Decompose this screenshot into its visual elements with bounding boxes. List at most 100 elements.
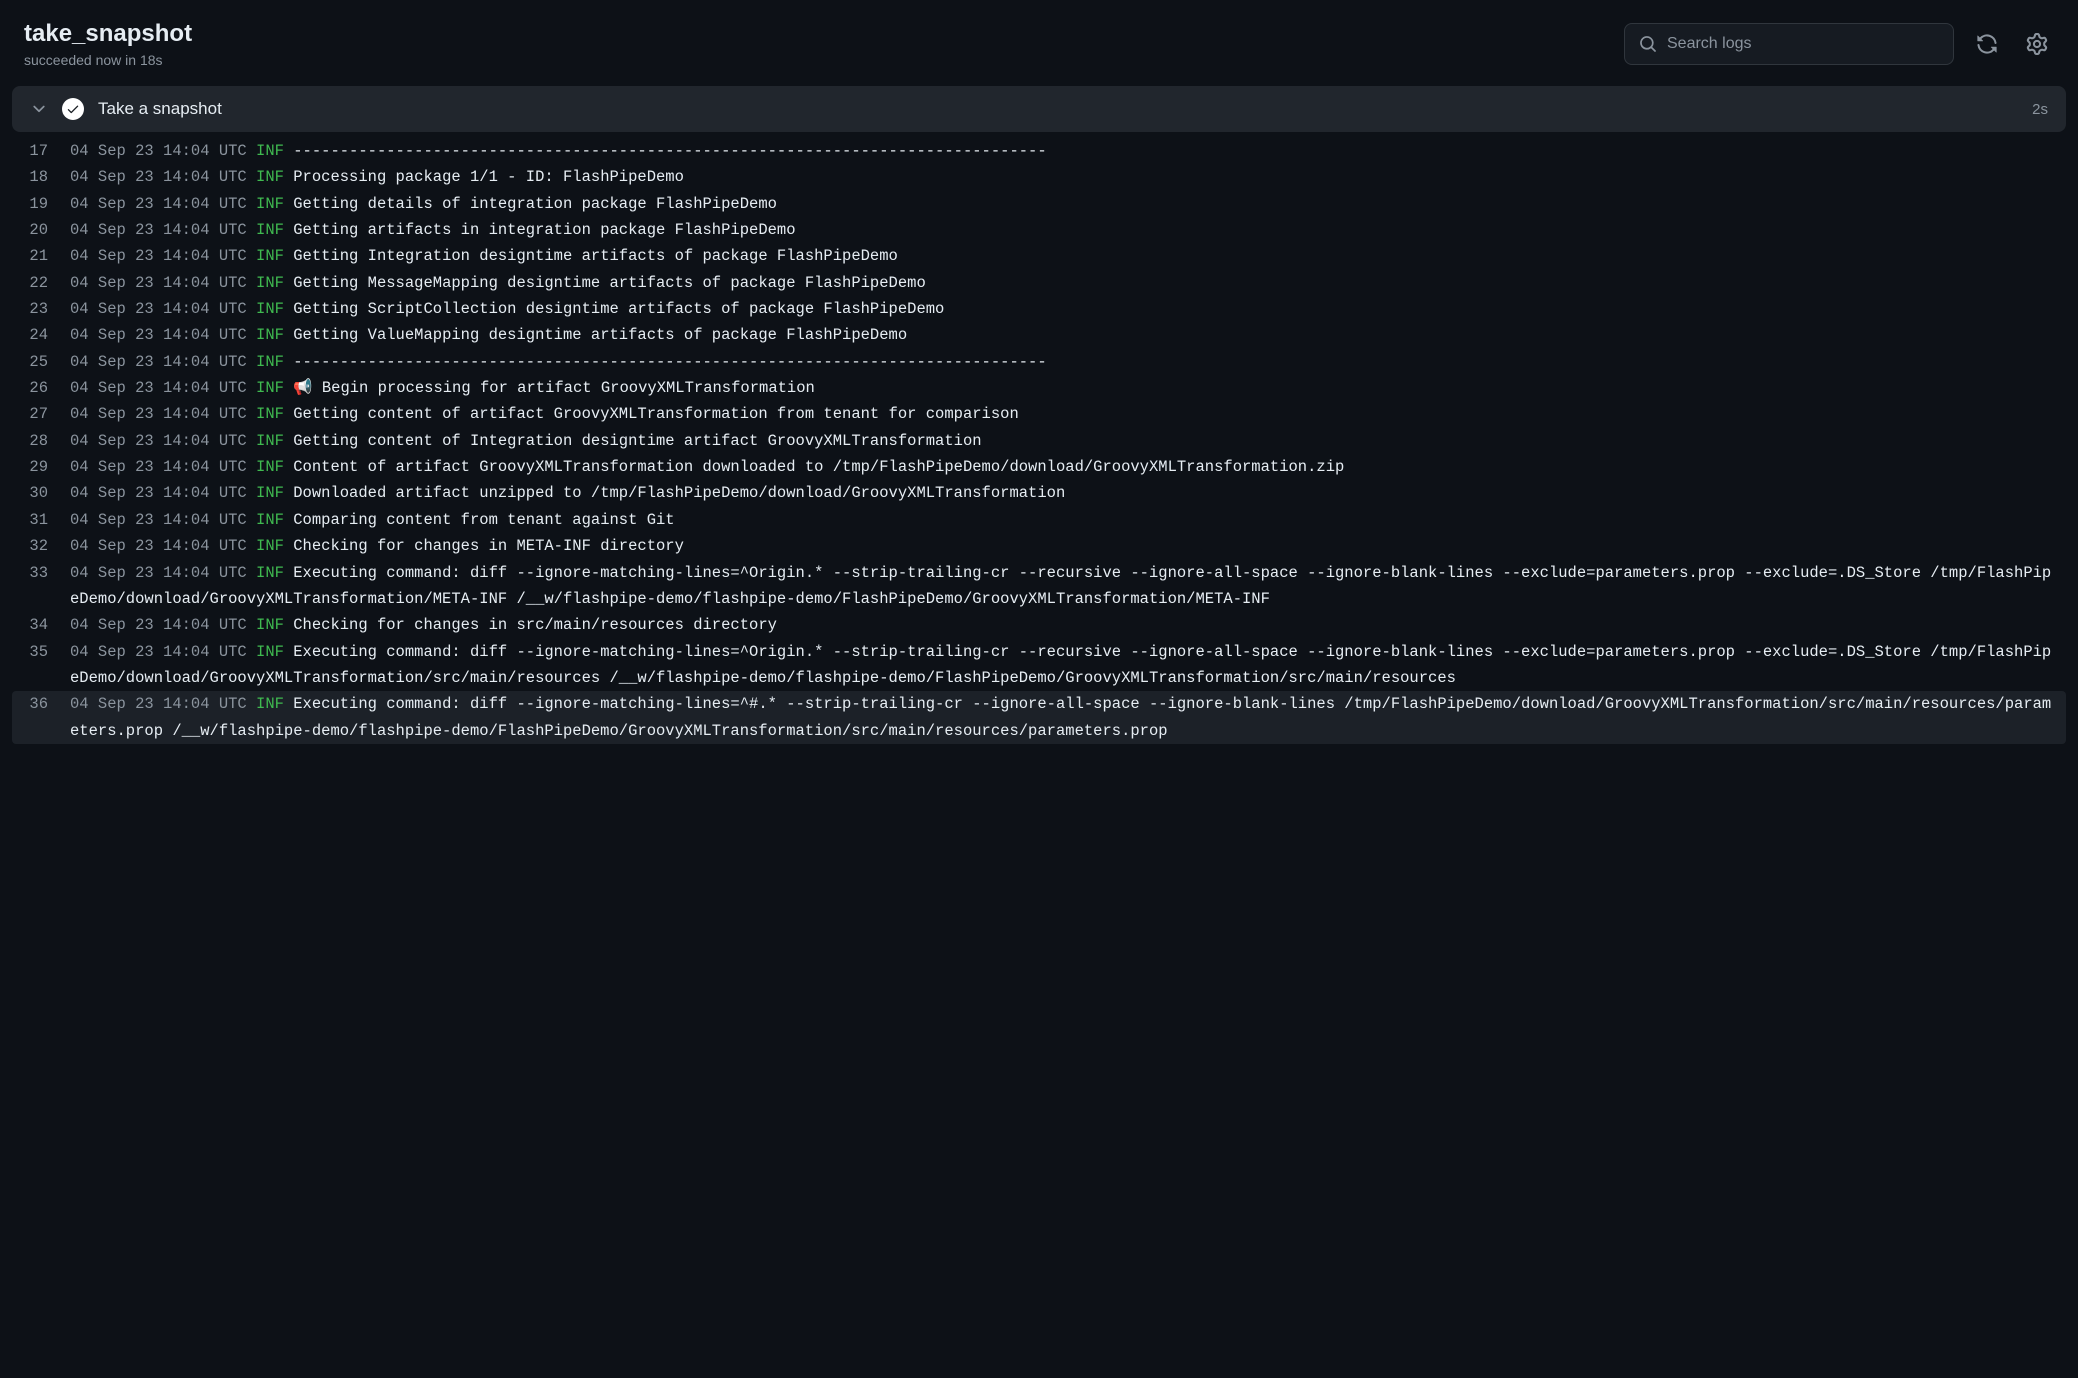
log-timestamp: 04 Sep 23 14:04 UTC: [70, 195, 256, 213]
log-text: 04 Sep 23 14:04 UTC INF Getting artifact…: [70, 217, 2058, 243]
log-level: INF: [256, 643, 284, 661]
log-line[interactable]: 3004 Sep 23 14:04 UTC INF Downloaded art…: [12, 480, 2066, 506]
log-timestamp: 04 Sep 23 14:04 UTC: [70, 511, 256, 529]
log-message: 📢 Begin processing for artifact GroovyXM…: [284, 379, 815, 397]
log-timestamp: 04 Sep 23 14:04 UTC: [70, 405, 256, 423]
log-level: INF: [256, 484, 284, 502]
log-text: 04 Sep 23 14:04 UTC INF Getting details …: [70, 191, 2058, 217]
line-number: 19: [20, 191, 70, 217]
log-line[interactable]: 3504 Sep 23 14:04 UTC INF Executing comm…: [12, 639, 2066, 692]
log-timestamp: 04 Sep 23 14:04 UTC: [70, 695, 256, 713]
header-title-block: take_snapshot succeeded now in 18s: [24, 20, 192, 68]
gear-icon: [2026, 33, 2048, 55]
job-status-subtitle: succeeded now in 18s: [24, 52, 192, 68]
line-number: 28: [20, 428, 70, 454]
log-text: 04 Sep 23 14:04 UTC INF ----------------…: [70, 349, 2058, 375]
log-line[interactable]: 1804 Sep 23 14:04 UTC INF Processing pac…: [12, 164, 2066, 190]
log-timestamp: 04 Sep 23 14:04 UTC: [70, 247, 256, 265]
log-text: 04 Sep 23 14:04 UTC INF Executing comman…: [70, 691, 2058, 744]
line-number: 35: [20, 639, 70, 665]
log-level: INF: [256, 221, 284, 239]
log-line[interactable]: 2004 Sep 23 14:04 UTC INF Getting artifa…: [12, 217, 2066, 243]
log-message: Getting content of Integration designtim…: [284, 432, 982, 450]
log-text: 04 Sep 23 14:04 UTC INF Comparing conten…: [70, 507, 2058, 533]
log-line[interactable]: 2304 Sep 23 14:04 UTC INF Getting Script…: [12, 296, 2066, 322]
log-timestamp: 04 Sep 23 14:04 UTC: [70, 300, 256, 318]
log-level: INF: [256, 168, 284, 186]
log-line[interactable]: 2604 Sep 23 14:04 UTC INF 📢 Begin proces…: [12, 375, 2066, 401]
log-timestamp: 04 Sep 23 14:04 UTC: [70, 326, 256, 344]
log-line[interactable]: 2104 Sep 23 14:04 UTC INF Getting Integr…: [12, 243, 2066, 269]
log-content: 1704 Sep 23 14:04 UTC INF --------------…: [0, 138, 2078, 764]
log-text: 04 Sep 23 14:04 UTC INF Processing packa…: [70, 164, 2058, 190]
log-line[interactable]: 2204 Sep 23 14:04 UTC INF Getting Messag…: [12, 270, 2066, 296]
log-line[interactable]: 3104 Sep 23 14:04 UTC INF Comparing cont…: [12, 507, 2066, 533]
step-duration: 2s: [2032, 101, 2048, 118]
log-timestamp: 04 Sep 23 14:04 UTC: [70, 274, 256, 292]
log-message: Getting MessageMapping designtime artifa…: [284, 274, 926, 292]
log-text: 04 Sep 23 14:04 UTC INF Content of artif…: [70, 454, 2058, 480]
line-number: 36: [20, 691, 70, 717]
log-message: Getting ScriptCollection designtime arti…: [284, 300, 944, 318]
log-message: Executing command: diff --ignore-matchin…: [70, 564, 2051, 608]
log-level: INF: [256, 564, 284, 582]
log-text: 04 Sep 23 14:04 UTC INF Getting ScriptCo…: [70, 296, 2058, 322]
log-line[interactable]: 3304 Sep 23 14:04 UTC INF Executing comm…: [12, 560, 2066, 613]
log-line[interactable]: 2504 Sep 23 14:04 UTC INF --------------…: [12, 349, 2066, 375]
log-level: INF: [256, 458, 284, 476]
line-number: 17: [20, 138, 70, 164]
log-text: 04 Sep 23 14:04 UTC INF Executing comman…: [70, 639, 2058, 692]
log-message: Comparing content from tenant against Gi…: [284, 511, 675, 529]
log-line[interactable]: 2804 Sep 23 14:04 UTC INF Getting conten…: [12, 428, 2066, 454]
check-circle-icon: [62, 98, 84, 120]
settings-button[interactable]: [2020, 27, 2054, 61]
log-line[interactable]: 1704 Sep 23 14:04 UTC INF --------------…: [12, 138, 2066, 164]
log-level: INF: [256, 142, 284, 160]
log-text: 04 Sep 23 14:04 UTC INF Getting MessageM…: [70, 270, 2058, 296]
log-message: Executing command: diff --ignore-matchin…: [70, 695, 2051, 739]
log-line[interactable]: 3404 Sep 23 14:04 UTC INF Checking for c…: [12, 612, 2066, 638]
line-number: 25: [20, 349, 70, 375]
log-level: INF: [256, 326, 284, 344]
line-number: 31: [20, 507, 70, 533]
log-message: Getting ValueMapping designtime artifact…: [284, 326, 907, 344]
search-input[interactable]: [1667, 35, 1939, 53]
log-timestamp: 04 Sep 23 14:04 UTC: [70, 168, 256, 186]
log-message: Getting Integration designtime artifacts…: [284, 247, 898, 265]
log-line[interactable]: 1904 Sep 23 14:04 UTC INF Getting detail…: [12, 191, 2066, 217]
log-line[interactable]: 2704 Sep 23 14:04 UTC INF Getting conten…: [12, 401, 2066, 427]
page-header: take_snapshot succeeded now in 18s: [0, 0, 2078, 86]
log-line[interactable]: 2904 Sep 23 14:04 UTC INF Content of art…: [12, 454, 2066, 480]
log-level: INF: [256, 695, 284, 713]
log-message: Getting content of artifact GroovyXMLTra…: [284, 405, 1019, 423]
log-text: 04 Sep 23 14:04 UTC INF Executing comman…: [70, 560, 2058, 613]
search-logs-box[interactable]: [1624, 23, 1954, 65]
line-number: 24: [20, 322, 70, 348]
job-title: take_snapshot: [24, 20, 192, 48]
log-timestamp: 04 Sep 23 14:04 UTC: [70, 537, 256, 555]
step-header-left: Take a snapshot: [30, 98, 222, 120]
search-icon: [1639, 35, 1657, 53]
log-text: 04 Sep 23 14:04 UTC INF 📢 Begin processi…: [70, 375, 2058, 401]
refresh-button[interactable]: [1970, 27, 2004, 61]
log-line[interactable]: 3204 Sep 23 14:04 UTC INF Checking for c…: [12, 533, 2066, 559]
log-text: 04 Sep 23 14:04 UTC INF Checking for cha…: [70, 533, 2058, 559]
log-message: Processing package 1/1 - ID: FlashPipeDe…: [284, 168, 684, 186]
line-number: 22: [20, 270, 70, 296]
line-number: 27: [20, 401, 70, 427]
step-header[interactable]: Take a snapshot 2s: [12, 86, 2066, 132]
line-number: 26: [20, 375, 70, 401]
log-line[interactable]: 2404 Sep 23 14:04 UTC INF Getting ValueM…: [12, 322, 2066, 348]
log-level: INF: [256, 511, 284, 529]
log-timestamp: 04 Sep 23 14:04 UTC: [70, 353, 256, 371]
log-line[interactable]: 3604 Sep 23 14:04 UTC INF Executing comm…: [12, 691, 2066, 744]
line-number: 20: [20, 217, 70, 243]
log-text: 04 Sep 23 14:04 UTC INF Downloaded artif…: [70, 480, 2058, 506]
log-level: INF: [256, 353, 284, 371]
log-timestamp: 04 Sep 23 14:04 UTC: [70, 643, 256, 661]
log-timestamp: 04 Sep 23 14:04 UTC: [70, 458, 256, 476]
log-level: INF: [256, 300, 284, 318]
chevron-down-icon[interactable]: [30, 100, 48, 118]
log-timestamp: 04 Sep 23 14:04 UTC: [70, 564, 256, 582]
log-message: ----------------------------------------…: [284, 142, 1047, 160]
